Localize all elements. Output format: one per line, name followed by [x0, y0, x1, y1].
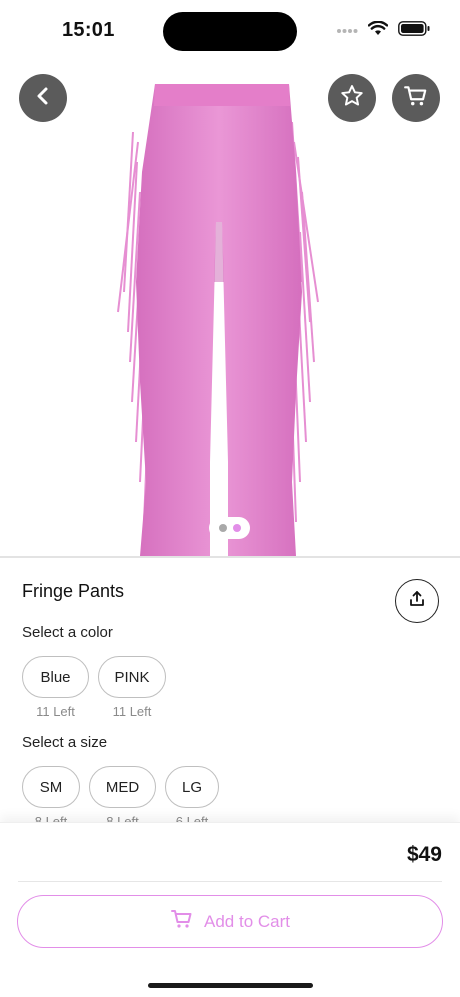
dynamic-island: [163, 12, 297, 51]
size-option-sm: SM 8 Left: [22, 766, 80, 829]
size-chip-sm[interactable]: SM: [22, 766, 80, 808]
color-options: Blue 11 Left PINK 11 Left: [22, 656, 166, 719]
share-icon: [408, 590, 426, 613]
color-chip-pink[interactable]: PINK: [98, 656, 166, 698]
color-stock-pink: 11 Left: [112, 704, 152, 719]
size-options: SM 8 Left MED 8 Left LG 6 Left: [22, 766, 219, 829]
cart-button[interactable]: [392, 74, 440, 122]
add-to-cart-button[interactable]: Add to Cart: [17, 895, 443, 948]
image-divider: [0, 556, 460, 558]
chevron-left-icon: [33, 86, 53, 111]
size-option-med: MED 8 Left: [89, 766, 156, 829]
color-chip-blue[interactable]: Blue: [22, 656, 89, 698]
home-indicator: [148, 983, 313, 988]
back-button[interactable]: [19, 74, 67, 122]
price: $49: [406, 843, 442, 866]
panel-divider: [18, 881, 442, 882]
size-option-lg: LG 6 Left: [165, 766, 219, 829]
signal-icon: [336, 22, 358, 40]
favorite-button[interactable]: [328, 74, 376, 122]
size-chip-med[interactable]: MED: [89, 766, 156, 808]
star-icon: [339, 83, 365, 114]
status-time: 15:01: [62, 19, 115, 41]
pager-dot-active[interactable]: [232, 524, 241, 532]
product-photo: [117, 84, 319, 556]
pager-dot[interactable]: [218, 524, 227, 532]
size-section-label: Select a size: [22, 734, 108, 751]
status-icons: [336, 20, 430, 41]
color-section-label: Select a color: [22, 624, 113, 641]
wifi-icon: [367, 20, 389, 41]
cart-icon: [170, 907, 194, 936]
purchase-panel: $49 Add to Cart: [0, 822, 460, 997]
product-image[interactable]: [0, 62, 460, 556]
color-stock-blue: 11 Left: [36, 704, 75, 719]
share-button[interactable]: [395, 579, 439, 623]
status-bar: 15:01: [0, 0, 460, 62]
add-to-cart-label: Add to Cart: [204, 911, 290, 931]
color-option-blue: Blue 11 Left: [22, 656, 89, 719]
color-option-pink: PINK 11 Left: [98, 656, 166, 719]
image-pager[interactable]: [209, 517, 250, 539]
battery-icon: [398, 21, 430, 41]
size-chip-lg[interactable]: LG: [165, 766, 219, 808]
product-title: Fringe Pants: [22, 581, 125, 601]
cart-icon: [403, 83, 429, 114]
